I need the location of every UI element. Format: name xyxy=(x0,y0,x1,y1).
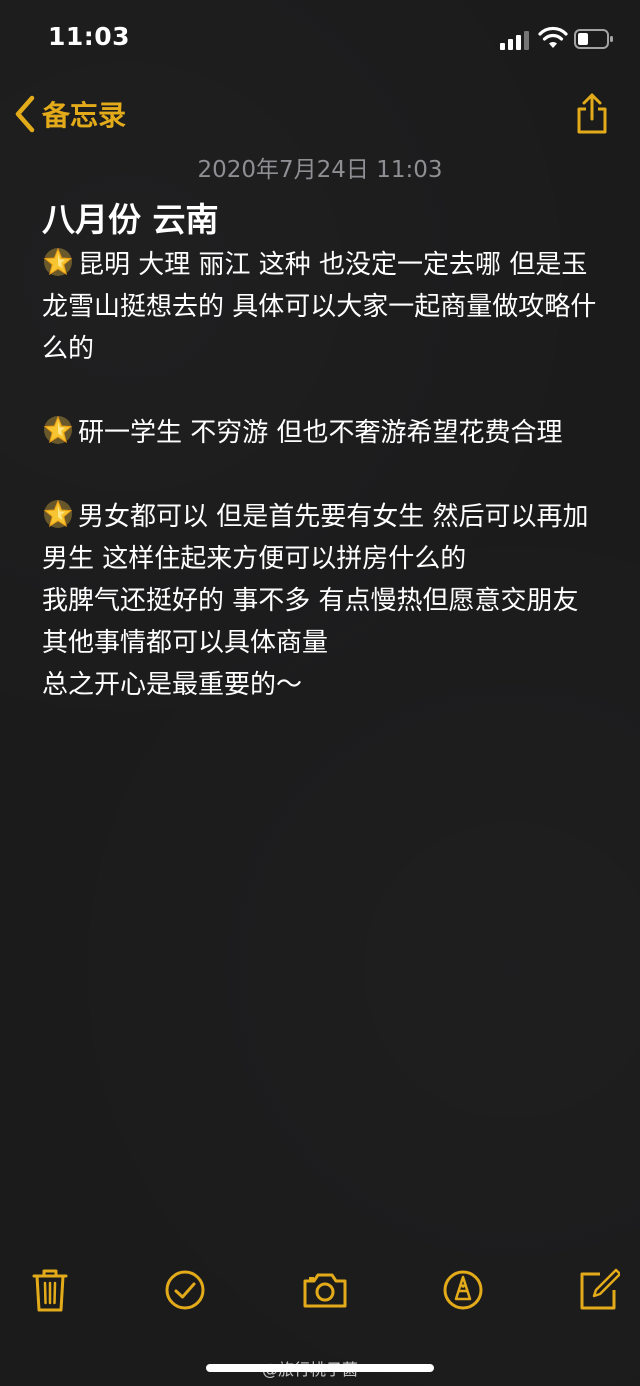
watermark: @旅行桃子菌 xyxy=(262,1360,359,1379)
note-paragraph-1: 昆明 大理 丽江 这种 也没定一定去哪 但是玉龙雪山挺想去的 具体可以大家一起商… xyxy=(42,244,602,370)
camera-icon[interactable] xyxy=(302,1266,348,1314)
wifi-icon xyxy=(538,26,568,48)
status-bar: 11:03 xyxy=(0,0,640,80)
paragraph-text: 研一学生 不穷游 但也不奢游希望花费合理 xyxy=(78,418,563,448)
checklist-icon[interactable] xyxy=(163,1266,207,1314)
note-paragraph-6: 总之开心是最重要的～ xyxy=(42,670,303,700)
note-title: 八月份 云南 xyxy=(42,200,219,239)
battery-icon xyxy=(574,29,613,49)
glowing-star-icon xyxy=(43,499,73,528)
status-time: 11:03 xyxy=(48,22,131,51)
paragraph-text: 男女都可以 但是首先要有女生 然后可以再加男生 这样住起来方便可以拼房什么的 xyxy=(42,502,589,574)
markup-icon[interactable] xyxy=(441,1266,485,1314)
paragraph-text: 昆明 大理 丽江 这种 也没定一定去哪 但是玉龙雪山挺想去的 具体可以大家一起商… xyxy=(42,250,597,364)
back-to-notes-button[interactable]: 备忘录 xyxy=(12,92,126,136)
share-icon[interactable] xyxy=(574,92,610,136)
note-paragraph-2: 研一学生 不穷游 但也不奢游希望花费合理 xyxy=(42,412,602,454)
note-body[interactable]: 八月份 云南 昆明 大理 丽江 这种 也没定一定去哪 但是玉龙雪山挺想去的 具体… xyxy=(42,198,602,706)
compose-icon[interactable] xyxy=(576,1266,620,1314)
cellular-signal-icon xyxy=(500,30,532,50)
note-date: 2020年7月24日 11:03 xyxy=(197,157,443,183)
trash-icon[interactable] xyxy=(28,1266,72,1314)
note-paragraph-5: 其他事情都可以具体商量 xyxy=(42,628,329,658)
note-paragraph-4: 我脾气还挺好的 事不多 有点慢热但愿意交朋友 xyxy=(42,586,579,616)
note-paragraph-3: 男女都可以 但是首先要有女生 然后可以再加男生 这样住起来方便可以拼房什么的 xyxy=(42,496,602,580)
back-button-label: 备忘录 xyxy=(42,99,127,132)
notes-screen: 11:03 备忘录 2020年7月24日 11:03 八月份 云南 昆明 大理 … xyxy=(0,0,640,1386)
glowing-star-icon xyxy=(43,415,73,444)
bottom-toolbar xyxy=(0,1266,640,1318)
glowing-star-icon xyxy=(43,247,73,276)
chevron-left-icon xyxy=(15,95,35,133)
